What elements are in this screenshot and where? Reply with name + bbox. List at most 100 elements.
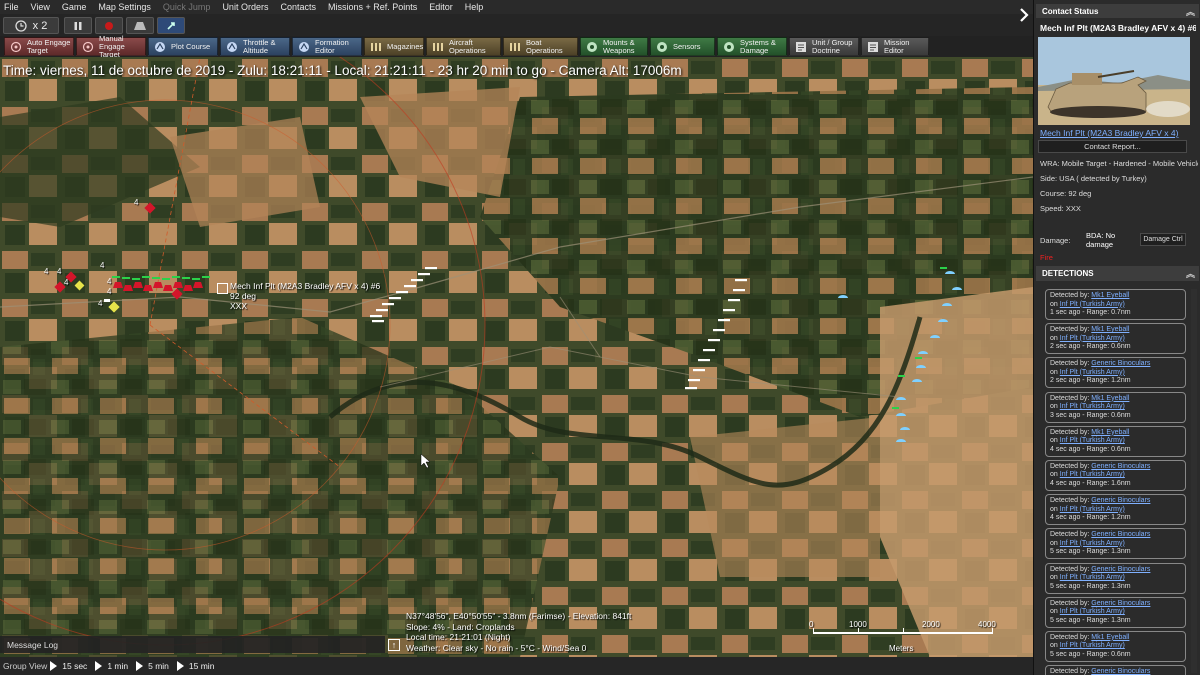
hostile-armor-symbol[interactable] (193, 282, 203, 288)
contact-symbol[interactable] (723, 309, 735, 312)
selected-unit-marker[interactable] (217, 283, 228, 294)
friendly-unit-symbol[interactable] (896, 397, 906, 400)
detection-entry[interactable]: Detected by: Generic Binoculars on Inf Pl… (1045, 494, 1186, 526)
waypoint-marker[interactable] (122, 277, 130, 279)
toolbar-button[interactable]: Unit / Group Doctrine (789, 37, 859, 56)
step-15sec-button[interactable]: 15 sec (50, 661, 87, 671)
contact-symbol[interactable] (693, 369, 705, 372)
sensor-link[interactable]: Generic Binoculars (1091, 566, 1150, 573)
hostile-armor-symbol[interactable] (113, 282, 123, 288)
detection-entry[interactable]: Detected by: Generic Binoculars on Inf Pl… (1045, 562, 1186, 594)
sensor-link[interactable]: Mk1 Eyeball (1091, 326, 1129, 333)
sensor-link[interactable]: Generic Binoculars (1091, 668, 1150, 675)
friendly-unit-symbol[interactable] (942, 303, 952, 306)
contact-symbol[interactable] (382, 303, 394, 306)
menu-item[interactable]: Quick Jump (163, 2, 211, 12)
waypoint-marker[interactable] (142, 276, 150, 278)
toolbar-button[interactable]: Auto Engage Target (4, 37, 74, 56)
contact-symbol[interactable] (713, 329, 725, 332)
hostile-armor-symbol[interactable] (173, 282, 183, 288)
damage-control-button[interactable]: Damage Ctrl (1140, 233, 1186, 246)
detection-entry[interactable]: Detected by: Generic Binocularson (1045, 665, 1186, 675)
contact-symbol[interactable] (389, 297, 401, 300)
friendly-unit-symbol[interactable] (912, 379, 922, 382)
chevron-up-icon[interactable]: ︽ (1186, 267, 1195, 280)
sensor-link[interactable]: Generic Binoculars (1091, 360, 1150, 367)
hostile-armor-symbol[interactable] (183, 285, 193, 291)
waypoint-marker[interactable] (132, 278, 140, 280)
detecting-unit-link[interactable]: Inf Plt (Turkish Army) (1060, 574, 1125, 581)
hostile-armor-symbol[interactable] (153, 282, 163, 288)
collapse-panel-button[interactable] (1015, 0, 1033, 30)
friendly-unit-symbol[interactable] (900, 427, 910, 430)
detection-entry[interactable]: Detected by: Generic Binoculars on Inf Pl… (1045, 528, 1186, 560)
detection-entry[interactable]: Detected by: Mk1 Eyeball on Inf Plt (Turk… (1045, 391, 1186, 423)
contact-symbol[interactable] (685, 387, 697, 390)
hostile-armor-symbol[interactable] (123, 285, 133, 291)
message-log-button[interactable]: Message Log (0, 636, 385, 653)
contact-symbol[interactable] (425, 267, 437, 270)
sensor-link[interactable]: Generic Binoculars (1091, 463, 1150, 470)
detecting-unit-link[interactable]: Inf Plt (Turkish Army) (1060, 301, 1125, 308)
sensor-link[interactable]: Mk1 Eyeball (1091, 634, 1129, 641)
waypoint-marker[interactable] (192, 278, 200, 280)
toolbar-button[interactable]: Manual Engage Target (76, 34, 146, 58)
waypoint-marker[interactable] (892, 407, 899, 409)
menu-item[interactable]: Missions + Ref. Points (328, 2, 417, 12)
contact-symbol[interactable] (372, 320, 384, 323)
detecting-unit-link[interactable]: Inf Plt (Turkish Army) (1060, 471, 1125, 478)
expand-arrow-icon[interactable]: ↑ (388, 639, 400, 651)
friendly-unit-symbol[interactable] (945, 271, 955, 274)
waypoint-marker[interactable] (182, 277, 190, 279)
friendly-unit-symbol[interactable] (918, 351, 928, 354)
sensor-link[interactable]: Generic Binoculars (1091, 497, 1150, 504)
menu-item[interactable]: Editor (429, 2, 453, 12)
group-view-label[interactable]: Group View (3, 661, 47, 671)
detecting-unit-link[interactable]: Inf Plt (Turkish Army) (1060, 437, 1125, 444)
menu-item[interactable]: Unit Orders (222, 2, 268, 12)
chevron-up-icon[interactable]: ︽ (1186, 5, 1195, 18)
pin-button[interactable] (157, 17, 185, 34)
hostile-armor-symbol[interactable] (163, 285, 173, 291)
detections-scrollbar[interactable] (1191, 289, 1197, 673)
step-1min-button[interactable]: 1 min (95, 661, 128, 671)
waypoint-marker[interactable] (898, 375, 905, 377)
sensor-link[interactable]: Generic Binoculars (1091, 600, 1150, 607)
detection-entry[interactable]: Detected by: Mk1 Eyeball on Inf Plt (Turk… (1045, 425, 1186, 457)
friendly-unit-symbol[interactable] (938, 319, 948, 322)
toolbar-button[interactable]: Plot Course (148, 37, 218, 56)
contact-symbol[interactable] (728, 299, 740, 302)
contact-symbol[interactable] (396, 291, 408, 294)
detecting-unit-link[interactable]: Inf Plt (Turkish Army) (1060, 540, 1125, 547)
record-button[interactable] (95, 17, 123, 34)
hostile-unit-symbol[interactable] (144, 202, 156, 214)
contact-symbol[interactable] (688, 379, 700, 382)
friendly-unit-symbol[interactable] (896, 413, 906, 416)
detecting-unit-link[interactable]: Inf Plt (Turkish Army) (1060, 335, 1125, 342)
tactical-map[interactable]: Time: viernes, 11 de octubre de 2019 - Z… (0, 57, 1033, 657)
contact-symbol[interactable] (411, 279, 423, 282)
waypoint-marker[interactable] (112, 276, 120, 278)
contact-symbol[interactable] (370, 315, 382, 318)
friendly-unit-symbol[interactable] (838, 295, 848, 298)
pause-button[interactable] (64, 17, 92, 34)
toolbar-button[interactable]: Aircraft Operations (426, 37, 501, 56)
contact-symbol[interactable] (718, 319, 730, 322)
detection-entry[interactable]: Detected by: Generic Binoculars on Inf Pl… (1045, 459, 1186, 491)
contact-report-button[interactable]: Contact Report... (1038, 140, 1187, 153)
sensor-link[interactable]: Mk1 Eyeball (1091, 395, 1129, 402)
contact-symbol[interactable] (418, 273, 430, 276)
friendly-unit-symbol[interactable] (916, 365, 926, 368)
detecting-unit-link[interactable]: Inf Plt (Turkish Army) (1060, 403, 1125, 410)
waypoint-marker[interactable] (152, 277, 160, 279)
friendly-unit-symbol[interactable] (930, 335, 940, 338)
waypoint-marker[interactable] (162, 278, 170, 280)
contact-symbol[interactable] (735, 279, 747, 282)
toolbar-button[interactable]: Magazines (364, 37, 424, 56)
hostile-unit-symbol[interactable] (171, 288, 183, 300)
contact-symbol[interactable] (733, 289, 745, 292)
detection-entry[interactable]: Detected by: Mk1 Eyeball on Inf Plt (Turk… (1045, 289, 1186, 320)
contact-symbol[interactable] (703, 349, 715, 352)
toolbar-button[interactable]: Mission Editor (861, 37, 929, 56)
waypoint-marker[interactable] (940, 267, 947, 269)
